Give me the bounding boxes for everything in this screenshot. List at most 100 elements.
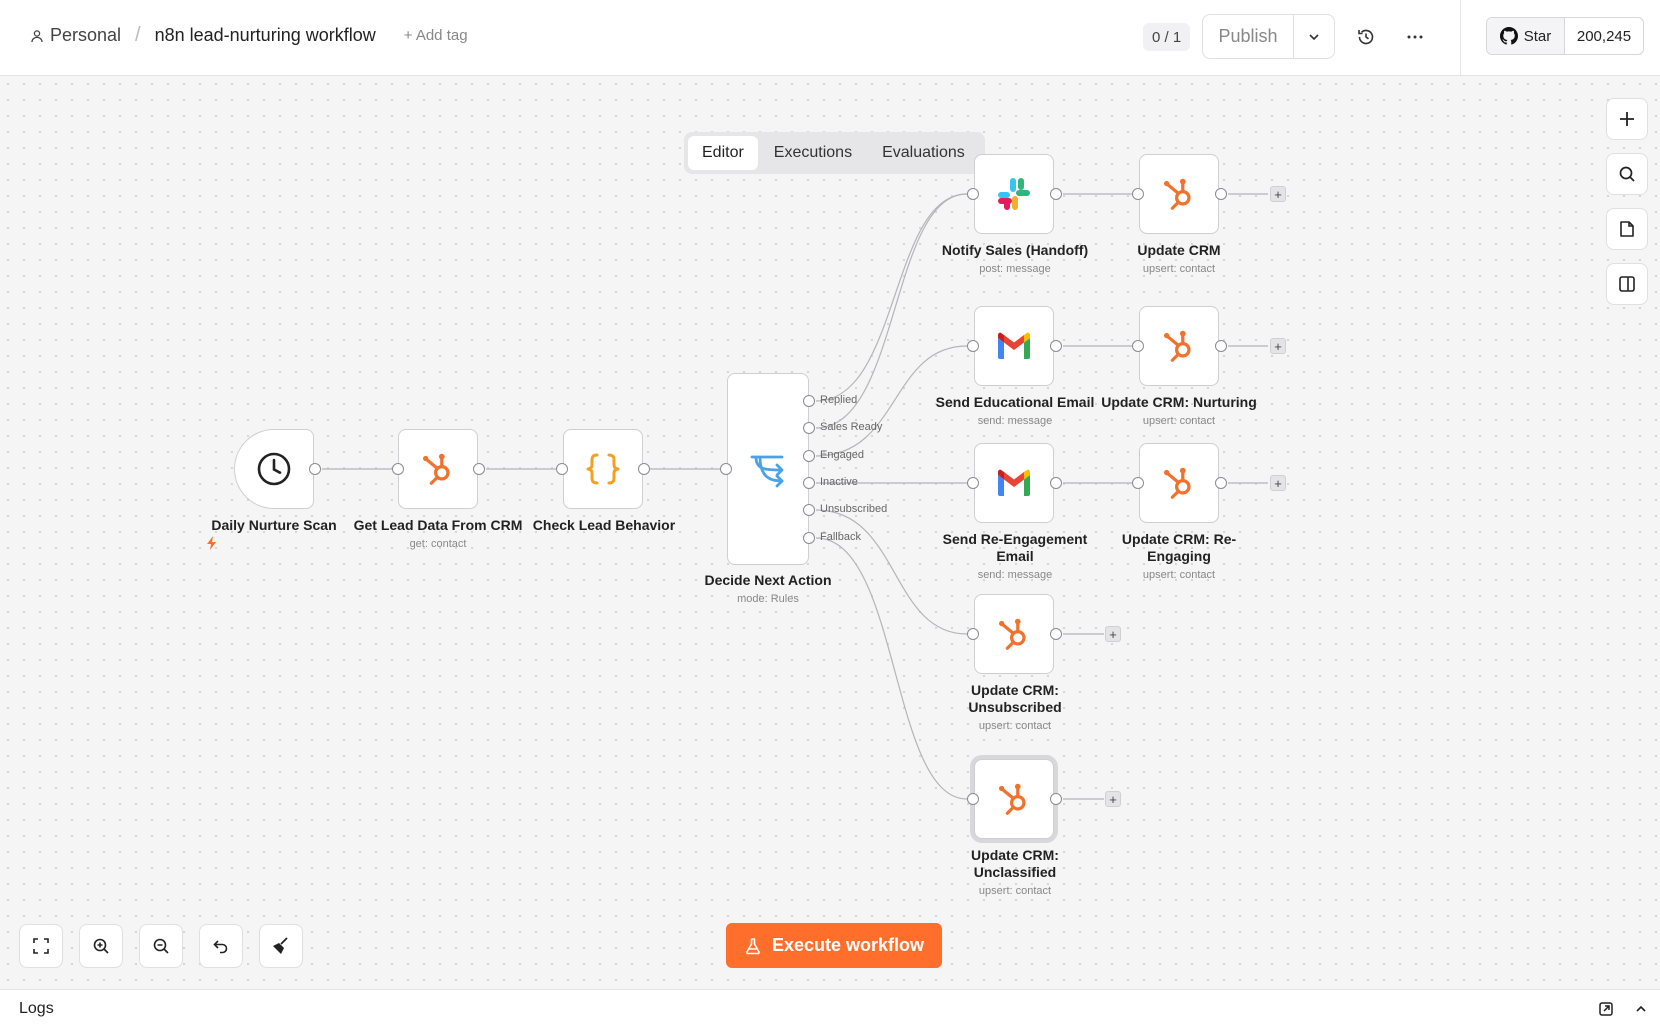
output-label-unsubscribed: Unsubscribed	[820, 503, 888, 515]
workflow-name[interactable]: n8n lead-nurturing workflow	[155, 25, 376, 46]
input-port[interactable]	[1132, 340, 1144, 352]
gmail-icon	[998, 332, 1030, 359]
input-port[interactable]	[1132, 477, 1144, 489]
input-port[interactable]	[392, 463, 404, 475]
more-horizontal-icon	[1407, 35, 1423, 39]
connection-replied-notify	[815, 193, 968, 402]
output-port[interactable]	[1215, 477, 1227, 489]
output-port[interactable]	[1215, 340, 1227, 352]
output-port[interactable]	[309, 463, 321, 475]
fit-view-button[interactable]	[19, 924, 63, 968]
fit-view-icon	[33, 938, 49, 954]
code-braces-icon	[586, 453, 620, 485]
node-label: Update CRM: Nurturing	[1101, 394, 1257, 410]
publish-group: Publish	[1202, 14, 1335, 59]
plus-icon	[1620, 112, 1634, 126]
github-star-count[interactable]: 200,245	[1565, 18, 1643, 54]
node-update-crm-unsubscribed[interactable]	[974, 594, 1054, 674]
input-port[interactable]	[720, 463, 732, 475]
output-port-inactive[interactable]	[803, 477, 815, 489]
node-label: Update CRM: Unclassified	[971, 847, 1059, 880]
add-tag-button[interactable]: + Add tag	[404, 27, 468, 44]
node-label: Daily Nurture Scan	[211, 517, 337, 533]
node-update-crm-reengaging[interactable]	[1139, 443, 1219, 523]
logs-panel[interactable]: Logs	[0, 989, 1660, 1027]
execute-workflow-button[interactable]: Execute workflow	[726, 923, 942, 968]
history-button[interactable]	[1353, 24, 1379, 50]
breadcrumb-owner[interactable]: Personal	[30, 25, 121, 46]
input-port[interactable]	[1132, 188, 1144, 200]
input-port[interactable]	[967, 793, 979, 805]
toggle-panel-button[interactable]	[1606, 263, 1648, 305]
panel-right-icon	[1619, 276, 1635, 292]
expand-logs-button[interactable]	[1632, 1000, 1650, 1018]
node-send-educational-email[interactable]	[974, 306, 1054, 386]
node-label: Update CRM	[1137, 242, 1221, 258]
node-update-crm-unclassified[interactable]	[974, 759, 1054, 839]
more-options-button[interactable]	[1402, 24, 1428, 50]
add-node-button[interactable]: +	[1105, 791, 1121, 807]
node-update-crm-nurturing[interactable]	[1139, 306, 1219, 386]
node-notify-sales[interactable]	[974, 154, 1054, 234]
output-port[interactable]	[1050, 793, 1062, 805]
undo-button[interactable]	[199, 924, 243, 968]
add-node-button[interactable]: +	[1270, 475, 1286, 491]
add-node-button[interactable]: +	[1270, 186, 1286, 202]
input-port[interactable]	[967, 340, 979, 352]
add-node-button[interactable]: +	[1105, 626, 1121, 642]
node-decide-next-action[interactable]	[727, 373, 809, 565]
zoom-out-button[interactable]	[139, 924, 183, 968]
publish-options-button[interactable]	[1294, 15, 1334, 58]
publish-button[interactable]: Publish	[1203, 15, 1294, 58]
tidy-up-button[interactable]	[259, 924, 303, 968]
add-node-button[interactable]: +	[1270, 338, 1286, 354]
output-port[interactable]	[473, 463, 485, 475]
output-port-unsubscribed[interactable]	[803, 504, 815, 516]
input-port[interactable]	[967, 628, 979, 640]
node-update-crm[interactable]	[1139, 154, 1219, 234]
node-send-reengagement-email[interactable]	[974, 443, 1054, 523]
node-subtitle: upsert: contact	[1142, 263, 1216, 275]
hubspot-icon	[998, 618, 1026, 650]
input-port[interactable]	[967, 477, 979, 489]
node-get-lead-data[interactable]	[398, 429, 478, 509]
node-daily-nurture-scan[interactable]	[234, 429, 314, 509]
output-port[interactable]	[1050, 477, 1062, 489]
search-icon	[1619, 166, 1635, 182]
output-port-fallback[interactable]	[803, 532, 815, 544]
input-port[interactable]	[967, 188, 979, 200]
github-star-button[interactable]: Star	[1487, 18, 1565, 54]
node-subtitle: upsert: contact	[978, 720, 1052, 732]
output-port[interactable]	[638, 463, 650, 475]
pop-out-icon	[1599, 1002, 1613, 1016]
output-port-replied[interactable]	[803, 395, 815, 407]
input-port[interactable]	[556, 463, 568, 475]
version-badge[interactable]: 0 / 1	[1143, 23, 1191, 51]
node-check-lead-behavior[interactable]	[563, 429, 643, 509]
github-star-group: Star 200,245	[1486, 17, 1644, 55]
output-port[interactable]	[1050, 340, 1062, 352]
output-port-sales-ready[interactable]	[803, 422, 815, 434]
output-port[interactable]	[1215, 188, 1227, 200]
sticky-note-button[interactable]	[1606, 208, 1648, 250]
breadcrumb: Personal / n8n lead-nurturing workflow +…	[30, 24, 468, 47]
workflow-canvas[interactable]: Editor Executions Evaluations Daily Nurt…	[0, 76, 1660, 989]
output-port-engaged[interactable]	[803, 450, 815, 462]
flask-icon	[746, 937, 760, 954]
history-icon	[1358, 29, 1374, 45]
hubspot-icon	[422, 453, 450, 485]
output-port[interactable]	[1050, 628, 1062, 640]
gmail-icon	[998, 469, 1030, 496]
hubspot-icon	[998, 783, 1026, 815]
connection-sales-ready-notify	[815, 193, 968, 429]
node-subtitle: get: contact	[409, 538, 467, 550]
search-nodes-button[interactable]	[1606, 153, 1648, 195]
zoom-in-button[interactable]	[79, 924, 123, 968]
chevron-up-icon	[1636, 1005, 1646, 1012]
pop-out-logs-button[interactable]	[1597, 1000, 1615, 1018]
output-label-engaged: Engaged	[820, 449, 865, 461]
chevron-down-icon	[1309, 33, 1319, 40]
output-port[interactable]	[1050, 188, 1062, 200]
node-label: Send Re-Engagement Email	[942, 531, 1088, 564]
add-node-panel-button[interactable]	[1606, 98, 1648, 140]
